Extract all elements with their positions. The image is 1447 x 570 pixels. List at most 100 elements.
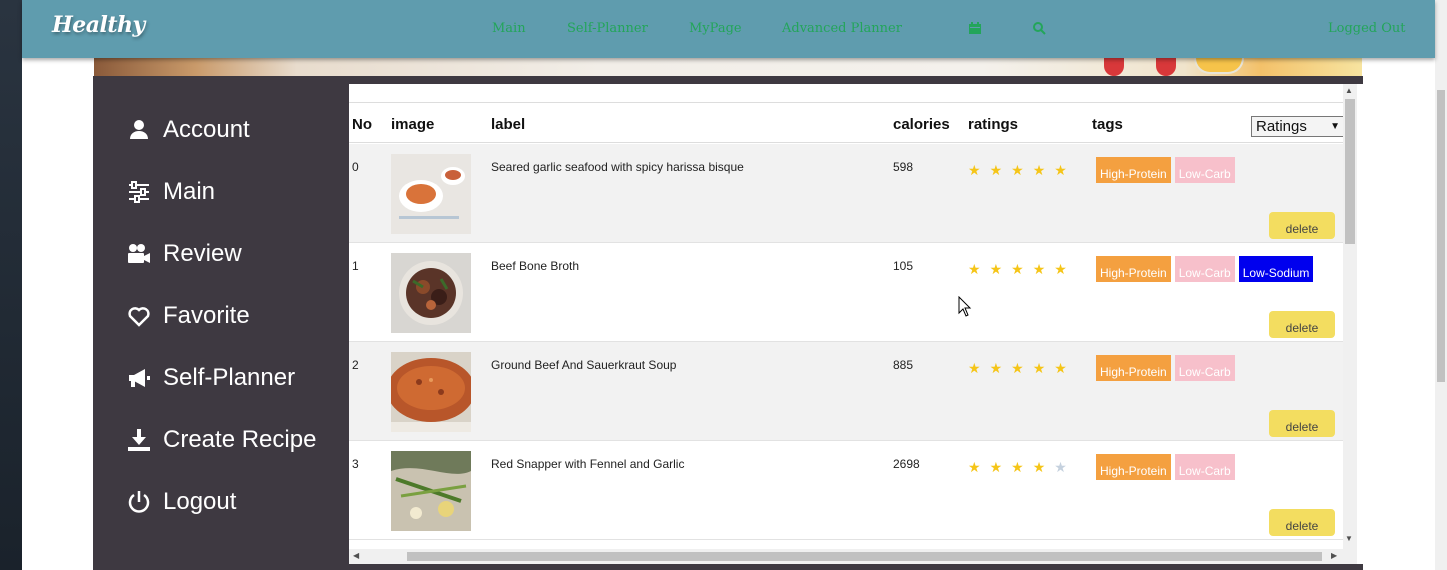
recipe-label[interactable]: Red Snapper with Fennel and Garlic xyxy=(491,457,684,471)
star-icon[interactable]: ★ xyxy=(968,360,990,376)
sort-select-value: Ratings xyxy=(1256,118,1307,135)
tag-low-carb: Low-Carb xyxy=(1174,157,1235,183)
mouse-cursor-icon xyxy=(958,296,972,317)
table-vertical-scrollbar[interactable]: ▲ ▼ xyxy=(1343,84,1357,564)
recipe-label[interactable]: Beef Bone Broth xyxy=(491,259,579,273)
star-icon[interactable]: ★ xyxy=(1011,261,1033,277)
star-icon[interactable]: ★ xyxy=(1054,261,1076,277)
recipe-calories: 885 xyxy=(893,358,914,372)
delete-button[interactable]: delete xyxy=(1269,212,1335,239)
recipe-thumbnail[interactable] xyxy=(391,154,471,234)
star-icon[interactable]: ★ xyxy=(1033,261,1055,277)
star-icon[interactable]: ★ xyxy=(968,459,990,475)
sidebar-item-self-planner[interactable]: Self-Planner xyxy=(127,362,295,394)
scrollbar-thumb[interactable] xyxy=(1345,99,1355,244)
nav-link-main[interactable]: Main xyxy=(492,21,526,36)
star-icon[interactable]: ★ xyxy=(1033,162,1055,178)
tag-list: High-Protein Low-Carb Low-Sodium xyxy=(1096,256,1314,282)
star-icon[interactable]: ★ xyxy=(1054,459,1076,475)
star-icon[interactable]: ★ xyxy=(990,459,1012,475)
star-rating[interactable]: ★★★★★ xyxy=(968,459,1076,476)
recipe-thumbnail[interactable] xyxy=(391,451,471,531)
user-icon xyxy=(130,120,148,139)
row-number: 3 xyxy=(352,457,359,471)
sidebar-item-favorite[interactable]: Favorite xyxy=(127,300,250,332)
recipe-thumbnail[interactable] xyxy=(391,253,471,333)
recipe-thumbnail[interactable] xyxy=(391,352,471,432)
tag-high-protein: High-Protein xyxy=(1096,157,1171,183)
sidebar-item-label: Self-Planner xyxy=(163,364,296,391)
recipe-label[interactable]: Ground Beef And Sauerkraut Soup xyxy=(491,358,676,372)
download-tray-icon xyxy=(128,429,150,451)
dashboard-frame: Account Main Review Favorite Self-Planne… xyxy=(93,76,1363,570)
nav-link-advanced-planner[interactable]: Advanced Planner xyxy=(782,21,902,36)
delete-button[interactable]: delete xyxy=(1269,509,1335,536)
nav-link-mypage[interactable]: MyPage xyxy=(689,21,742,36)
table-header: No image label calories ratings tags Rat… xyxy=(349,104,1346,143)
scrollbar-thumb[interactable] xyxy=(407,552,1322,561)
hero-banner xyxy=(94,58,1362,76)
star-rating[interactable]: ★★★★★ xyxy=(968,162,1076,179)
camera-icon xyxy=(128,244,150,263)
page-vertical-scrollbar[interactable] xyxy=(1435,0,1447,570)
scroll-down-arrow[interactable]: ▼ xyxy=(1345,534,1353,543)
column-header-tags: tags xyxy=(1092,116,1123,133)
strawberry-image xyxy=(1104,58,1124,76)
delete-button[interactable]: delete xyxy=(1269,410,1335,437)
column-header-ratings: ratings xyxy=(968,116,1019,133)
scroll-right-arrow[interactable]: ▶ xyxy=(1331,551,1337,560)
recipe-table-panel: No image label calories ratings tags Rat… xyxy=(349,84,1363,564)
tag-low-sodium: Low-Sodium xyxy=(1238,256,1314,282)
sidebar-item-review[interactable]: Review xyxy=(127,238,242,270)
scroll-up-arrow[interactable]: ▲ xyxy=(1345,86,1353,95)
column-header-image: image xyxy=(391,116,435,133)
star-icon[interactable]: ★ xyxy=(1011,459,1033,475)
star-icon[interactable]: ★ xyxy=(968,162,990,178)
star-rating[interactable]: ★★★★★ xyxy=(968,261,1076,278)
star-icon[interactable]: ★ xyxy=(1033,360,1055,376)
tag-low-carb: Low-Carb xyxy=(1174,256,1235,282)
sidebar-item-main[interactable]: Main xyxy=(127,176,215,208)
tag-high-protein: High-Protein xyxy=(1096,355,1171,381)
star-icon[interactable]: ★ xyxy=(1011,162,1033,178)
sidebar-item-logout[interactable]: Logout xyxy=(127,486,236,518)
search-icon[interactable] xyxy=(1032,21,1046,35)
sidebar-item-account[interactable]: Account xyxy=(127,114,250,146)
star-icon[interactable]: ★ xyxy=(1054,162,1076,178)
sidebar-item-label: Favorite xyxy=(163,302,250,329)
tag-high-protein: High-Protein xyxy=(1096,454,1171,480)
table-horizontal-scrollbar[interactable]: ◀ ▶ xyxy=(349,549,1343,564)
recipe-label[interactable]: Seared garlic seafood with spicy harissa… xyxy=(491,160,744,174)
column-header-calories: calories xyxy=(893,116,950,133)
chevron-down-icon: ▼ xyxy=(1330,121,1340,132)
star-icon[interactable]: ★ xyxy=(1033,459,1055,475)
background-photo xyxy=(0,0,22,570)
recipe-calories: 2698 xyxy=(893,457,920,471)
heart-icon xyxy=(128,307,150,327)
nav-link-self-planner[interactable]: Self-Planner xyxy=(567,21,648,36)
star-icon[interactable]: ★ xyxy=(968,261,990,277)
tag-list: High-Protein Low-Carb xyxy=(1096,355,1235,381)
scroll-left-arrow[interactable]: ◀ xyxy=(353,551,359,560)
star-icon[interactable]: ★ xyxy=(990,360,1012,376)
power-icon xyxy=(128,491,150,513)
star-icon[interactable]: ★ xyxy=(1011,360,1033,376)
row-number: 2 xyxy=(352,358,359,372)
star-icon[interactable]: ★ xyxy=(990,162,1012,178)
sidebar-item-create-recipe[interactable]: Create Recipe xyxy=(127,424,316,456)
row-number: 1 xyxy=(352,259,359,273)
table-row: 2 Ground Beef And Sauerkraut Soup 885 ★★… xyxy=(349,342,1343,441)
delete-button[interactable]: delete xyxy=(1269,311,1335,338)
sort-select[interactable]: Ratings ▼ xyxy=(1251,116,1346,137)
star-rating[interactable]: ★★★★★ xyxy=(968,360,1076,377)
calendar-icon[interactable] xyxy=(968,21,982,35)
star-icon[interactable]: ★ xyxy=(990,261,1012,277)
page: Healthy Main Self-Planner MyPage Advance… xyxy=(22,0,1447,570)
table-row: 0 Seared garlic seafood with spicy haris… xyxy=(349,144,1343,243)
star-icon[interactable]: ★ xyxy=(1054,360,1076,376)
logo[interactable]: Healthy xyxy=(52,12,145,38)
scrollbar-thumb[interactable] xyxy=(1437,90,1445,382)
table-row: 3 Red Snapper with Fennel and Garlic 269… xyxy=(349,441,1343,540)
strawberry-image xyxy=(1156,58,1176,76)
logout-link[interactable]: Logged Out xyxy=(1328,21,1406,36)
